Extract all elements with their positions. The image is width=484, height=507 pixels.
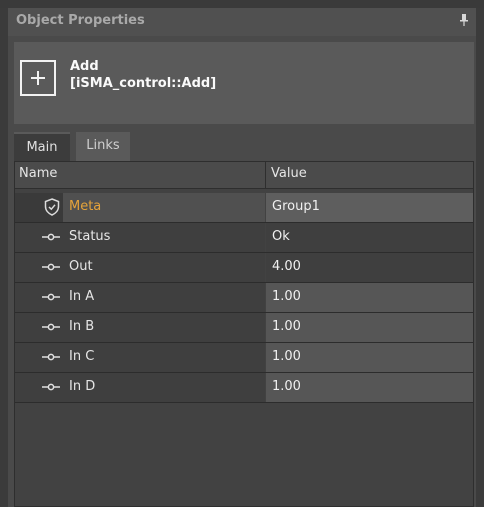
slot-icon (42, 233, 60, 241)
property-name-cell: In D (15, 373, 265, 402)
property-name-cell: In A (15, 283, 265, 312)
tab-bar: Main Links (14, 132, 474, 162)
property-value-text: 1.00 (272, 379, 301, 394)
property-value-readonly: Ok (266, 223, 473, 252)
property-row-in-a[interactable]: In A 1.00 (15, 283, 473, 313)
property-name-label: In D (69, 379, 96, 394)
property-value-field[interactable]: Group1 (266, 193, 473, 222)
property-row-in-c[interactable]: In C 1.00 (15, 343, 473, 373)
panel-titlebar: Object Properties (8, 8, 476, 36)
property-name-cell: In C (15, 343, 265, 372)
object-header: Add [iSMA_control::Add] (14, 42, 474, 124)
property-name-label: Out (69, 259, 93, 274)
property-value-field[interactable]: 1.00 (266, 283, 473, 312)
shield-icon (44, 198, 60, 216)
slot-icon (42, 383, 60, 391)
column-separator[interactable] (265, 162, 266, 188)
property-name-label: Status (69, 229, 111, 244)
property-name-cell: Out (15, 253, 265, 282)
property-value-readonly: 4.00 (266, 253, 473, 282)
property-name-label: Meta (69, 199, 102, 214)
property-value-text: Group1 (272, 199, 320, 214)
property-value-field[interactable]: 1.00 (266, 373, 473, 402)
pin-icon[interactable] (460, 14, 468, 26)
slot-icon (42, 293, 60, 301)
property-value-field[interactable]: 1.00 (266, 313, 473, 342)
property-value-field[interactable]: 1.00 (266, 343, 473, 372)
property-value-text: 4.00 (272, 259, 301, 274)
column-header-value[interactable]: Value (271, 166, 307, 181)
tab-main[interactable]: Main (14, 132, 70, 161)
column-header-name[interactable]: Name (19, 166, 57, 181)
property-row-in-d[interactable]: In D 1.00 (15, 373, 473, 403)
right-dock-edge (476, 8, 484, 507)
property-name-label: In B (69, 319, 95, 334)
slot-icon (42, 323, 60, 331)
add-block-icon (20, 60, 56, 96)
property-value-text: 1.00 (272, 289, 301, 304)
panel-title: Object Properties (16, 13, 145, 28)
property-name-cell: In B (15, 313, 265, 342)
property-value-text: Ok (272, 229, 290, 244)
property-value-text: 1.00 (272, 319, 301, 334)
object-name: Add (70, 59, 99, 74)
property-row-in-b[interactable]: In B 1.00 (15, 313, 473, 343)
tab-links[interactable]: Links (76, 132, 130, 161)
property-name-label: In C (69, 349, 95, 364)
property-name-cell: Status (15, 223, 265, 252)
slot-icon (42, 263, 60, 271)
property-row-out[interactable]: Out 4.00 (15, 253, 473, 283)
properties-grid: Name Value Meta Group1 Status Ok Out 4.0… (14, 161, 474, 507)
object-properties-panel: Object Properties Add [iSMA_control::Add… (8, 8, 476, 507)
property-value-text: 1.00 (272, 349, 301, 364)
left-dock-edge (0, 8, 8, 507)
grid-header: Name Value (15, 162, 473, 189)
window-top-strip (0, 0, 484, 8)
slot-icon (42, 353, 60, 361)
property-name-cell: Meta (15, 193, 265, 222)
property-row-status[interactable]: Status Ok (15, 223, 473, 253)
property-row-meta[interactable]: Meta Group1 (15, 193, 473, 223)
property-name-label: In A (69, 289, 95, 304)
object-type: [iSMA_control::Add] (70, 76, 217, 91)
